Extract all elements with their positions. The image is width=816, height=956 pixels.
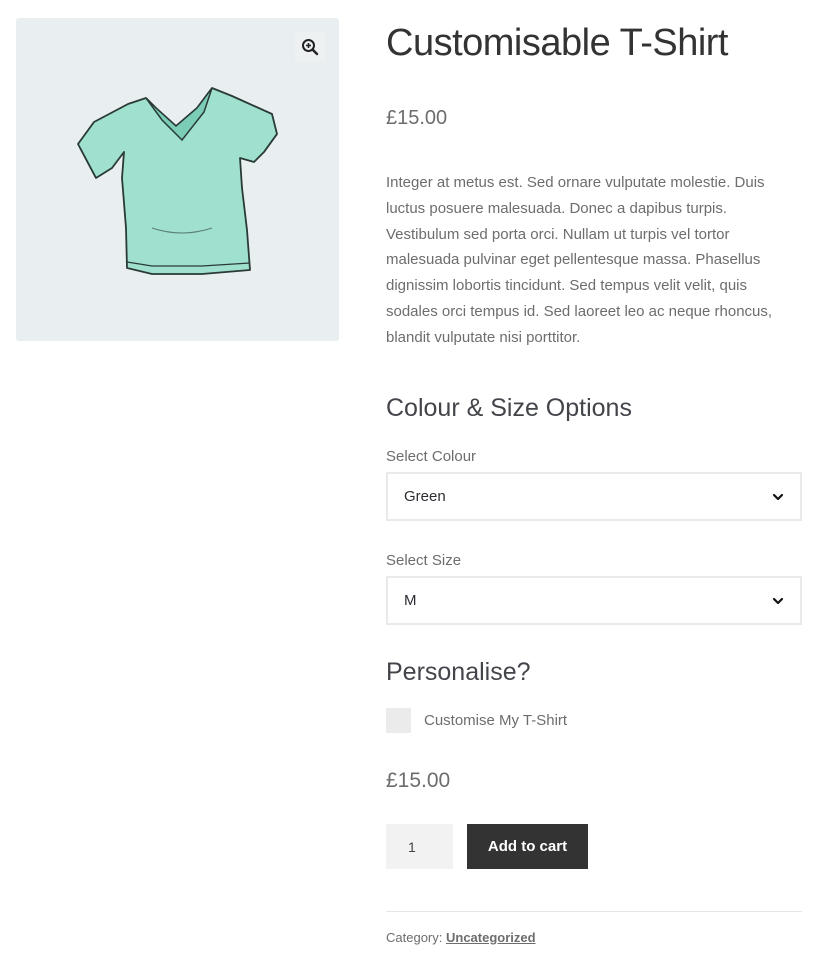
product-gallery [16, 18, 339, 341]
colour-select[interactable]: Green [386, 472, 802, 521]
zoom-button[interactable] [295, 32, 325, 62]
category-link[interactable]: Uncategorized [446, 930, 536, 945]
size-select[interactable]: M [386, 576, 802, 625]
customise-option[interactable]: Customise My T-Shirt [386, 708, 567, 733]
add-to-cart-button[interactable]: Add to cart [467, 824, 588, 869]
t-shirt-image[interactable] [72, 78, 282, 278]
customise-checkbox-label[interactable]: Customise My T-Shirt [424, 712, 567, 729]
colour-label: Select Colour [386, 448, 477, 465]
chevron-down-icon [772, 493, 784, 500]
product-price: £15.00 [386, 107, 448, 129]
zoom-in-icon [302, 39, 319, 56]
product-description: Integer at metus est. Sed ornare vulputa… [386, 174, 773, 346]
product-meta: Category: Uncategorized [386, 930, 536, 945]
divider [386, 911, 802, 912]
chevron-down-icon [772, 597, 784, 604]
total-price: £15.00 [386, 769, 451, 792]
quantity-input[interactable]: 1 [386, 824, 453, 869]
size-select-value: M [404, 592, 417, 609]
category-label: Category: [386, 930, 443, 945]
customise-checkbox[interactable] [386, 708, 411, 733]
colour-select-value: Green [404, 488, 446, 505]
size-label: Select Size [386, 552, 462, 569]
product-title: Customisable T-Shirt [386, 22, 728, 64]
personalise-heading: Personalise? [386, 658, 531, 686]
options-heading: Colour & Size Options [386, 394, 632, 422]
